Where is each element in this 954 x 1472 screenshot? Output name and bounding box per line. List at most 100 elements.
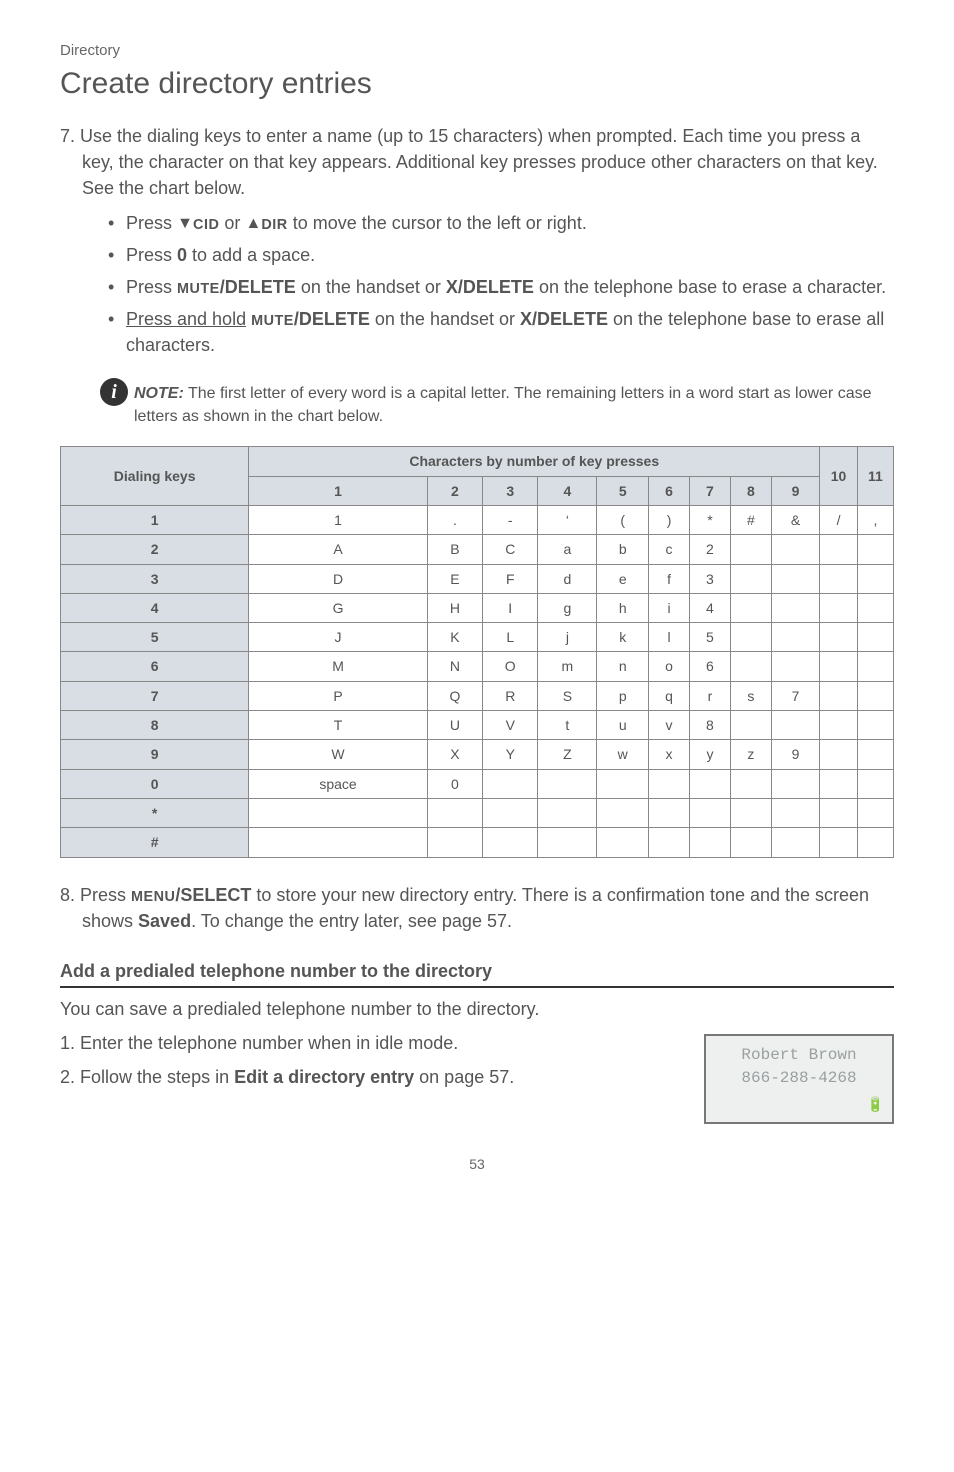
table-cell: J xyxy=(249,623,428,652)
table-cell xyxy=(820,740,858,769)
battery-icon: 🔋 xyxy=(867,1096,884,1116)
table-cell xyxy=(820,769,858,798)
table-cell: , xyxy=(857,505,893,534)
row-key: 4 xyxy=(61,593,249,622)
row-key: 8 xyxy=(61,711,249,740)
table-cell xyxy=(690,769,731,798)
table-cell xyxy=(771,711,819,740)
table-cell: n xyxy=(597,652,649,681)
table-row: 2ABCabc2 xyxy=(61,535,894,564)
col-dialing-keys: Dialing keys xyxy=(61,447,249,506)
breadcrumb: Directory xyxy=(60,40,894,62)
col-9: 9 xyxy=(771,476,819,505)
table-cell: W xyxy=(249,740,428,769)
table-cell: Q xyxy=(427,681,482,710)
table-cell: . xyxy=(427,505,482,534)
table-cell: B xyxy=(427,535,482,564)
table-cell xyxy=(538,798,597,827)
table-cell xyxy=(857,711,893,740)
table-cell xyxy=(649,798,690,827)
table-row: 11.-‘()*#&/, xyxy=(61,505,894,534)
table-cell xyxy=(249,828,428,857)
bullet-erase-all: Press and hold MUTE/DELETE on the handse… xyxy=(108,306,894,358)
table-cell xyxy=(730,623,771,652)
screen-name: Robert Brown xyxy=(716,1044,882,1067)
table-cell: R xyxy=(483,681,538,710)
table-cell xyxy=(857,593,893,622)
table-cell xyxy=(597,828,649,857)
table-cell xyxy=(820,711,858,740)
table-row: 0space0 xyxy=(61,769,894,798)
table-cell xyxy=(857,535,893,564)
predial-heading: Add a predialed telephone number to the … xyxy=(60,958,894,988)
table-cell xyxy=(690,828,731,857)
table-cell: w xyxy=(597,740,649,769)
table-row: # xyxy=(61,828,894,857)
table-cell xyxy=(483,798,538,827)
table-cell: - xyxy=(483,505,538,534)
predial-lead: You can save a predialed telephone numbe… xyxy=(60,996,894,1022)
table-cell: T xyxy=(249,711,428,740)
col-2: 2 xyxy=(427,476,482,505)
table-cell: ‘ xyxy=(538,505,597,534)
table-cell xyxy=(730,711,771,740)
col-10: 10 xyxy=(820,447,858,506)
row-key: * xyxy=(61,798,249,827)
table-cell: N xyxy=(427,652,482,681)
table-cell: u xyxy=(597,711,649,740)
table-row: 5JKLjkl5 xyxy=(61,623,894,652)
table-cell: z xyxy=(730,740,771,769)
table-cell: y xyxy=(690,740,731,769)
table-cell: q xyxy=(649,681,690,710)
table-cell: e xyxy=(597,564,649,593)
table-cell: U xyxy=(427,711,482,740)
table-cell xyxy=(483,828,538,857)
table-cell: F xyxy=(483,564,538,593)
col-4: 4 xyxy=(538,476,597,505)
table-cell xyxy=(820,564,858,593)
table-cell xyxy=(820,828,858,857)
table-cell: i xyxy=(649,593,690,622)
table-cell xyxy=(730,535,771,564)
table-cell xyxy=(771,652,819,681)
row-key: 6 xyxy=(61,652,249,681)
table-cell: D xyxy=(249,564,428,593)
table-cell: 7 xyxy=(771,681,819,710)
table-row: 9WXYZwxyz9 xyxy=(61,740,894,769)
col-8: 8 xyxy=(730,476,771,505)
table-cell xyxy=(820,652,858,681)
table-cell: 3 xyxy=(690,564,731,593)
table-cell: t xyxy=(538,711,597,740)
table-cell xyxy=(771,798,819,827)
table-cell: M xyxy=(249,652,428,681)
table-cell: 9 xyxy=(771,740,819,769)
col-characters: Characters by number of key presses xyxy=(249,447,820,476)
table-cell: H xyxy=(427,593,482,622)
table-cell: G xyxy=(249,593,428,622)
col-7: 7 xyxy=(690,476,731,505)
row-key: 1 xyxy=(61,505,249,534)
table-cell xyxy=(857,564,893,593)
table-cell xyxy=(538,769,597,798)
row-key: 0 xyxy=(61,769,249,798)
table-cell: & xyxy=(771,505,819,534)
table-cell: 4 xyxy=(690,593,731,622)
table-cell xyxy=(771,828,819,857)
table-cell xyxy=(820,535,858,564)
table-cell: 6 xyxy=(690,652,731,681)
bullet-add-space: Press 0 to add a space. xyxy=(108,242,894,268)
table-cell xyxy=(857,798,893,827)
row-key: 9 xyxy=(61,740,249,769)
table-cell xyxy=(820,798,858,827)
table-cell xyxy=(771,623,819,652)
table-cell: g xyxy=(538,593,597,622)
table-cell xyxy=(249,798,428,827)
table-row: 3DEFdef3 xyxy=(61,564,894,593)
table-cell: / xyxy=(820,505,858,534)
table-cell: 2 xyxy=(690,535,731,564)
predial-step-2: 2. Follow the steps in Edit a directory … xyxy=(60,1064,680,1090)
table-cell: P xyxy=(249,681,428,710)
table-cell xyxy=(771,535,819,564)
page-number: 53 xyxy=(60,1154,894,1174)
table-cell xyxy=(771,769,819,798)
